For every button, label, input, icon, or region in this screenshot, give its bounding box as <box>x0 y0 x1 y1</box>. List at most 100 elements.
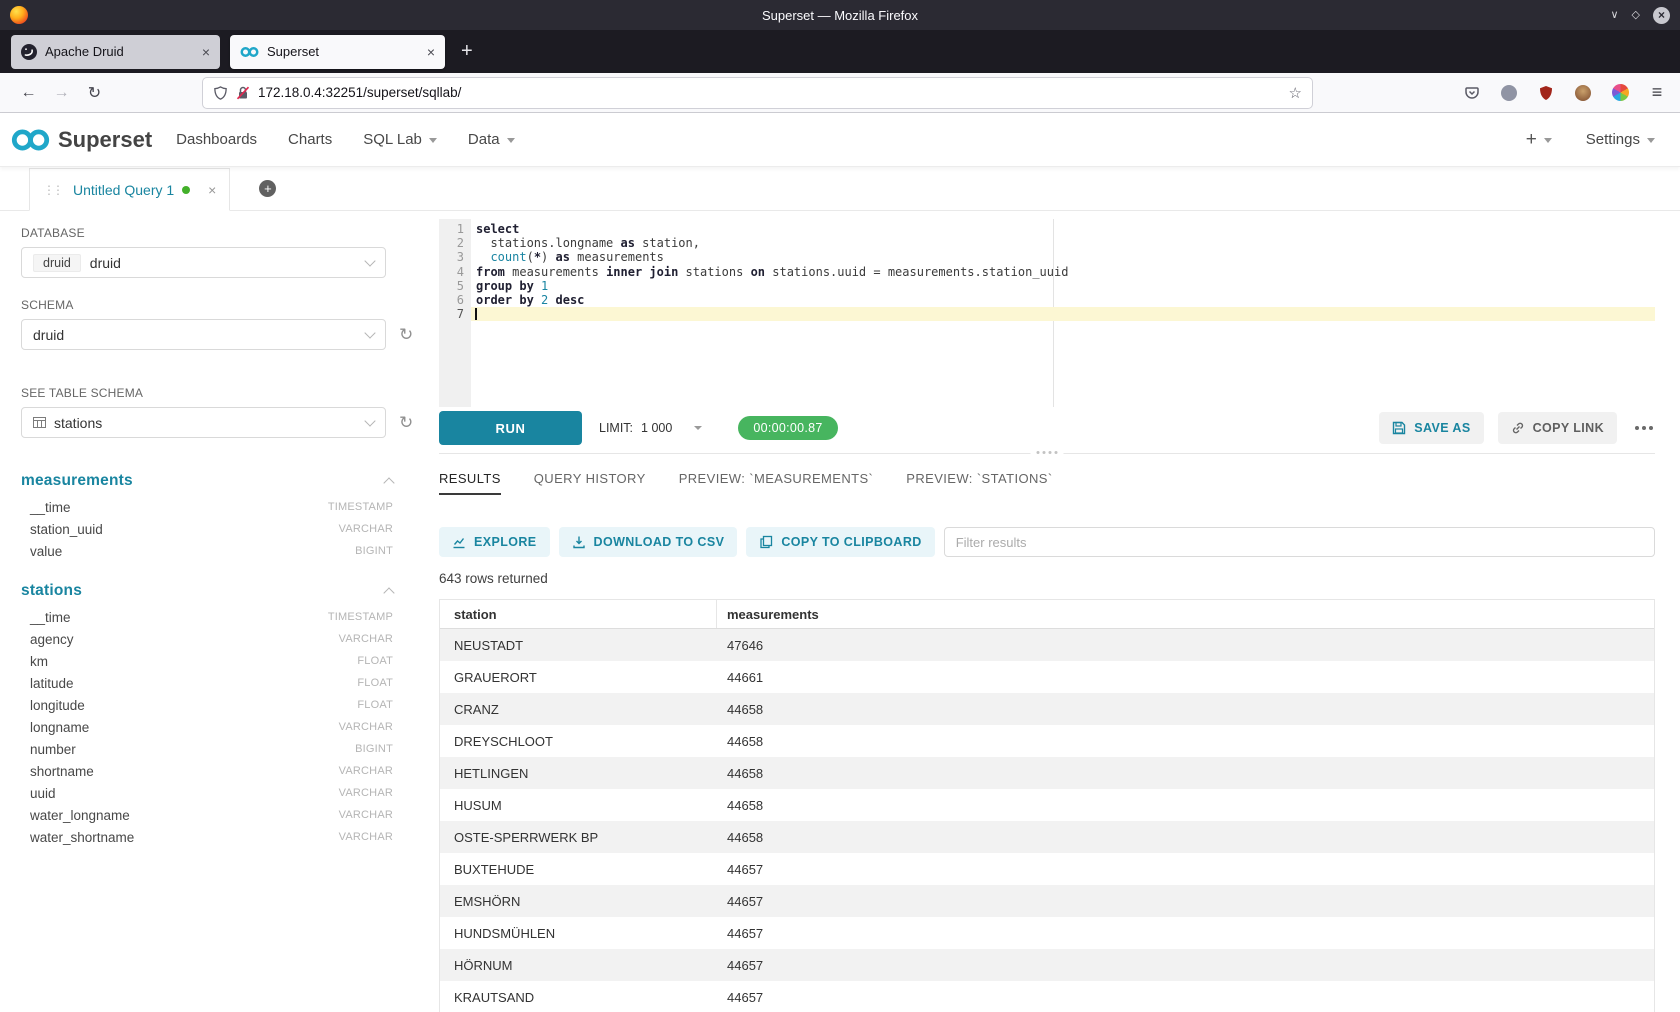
extension-icon[interactable] <box>1611 84 1629 102</box>
column-name: __time <box>30 610 71 625</box>
column-header-measurements[interactable]: measurements <box>717 600 1654 628</box>
settings-menu[interactable]: Settings <box>1586 131 1655 148</box>
app-nav: Dashboards Charts SQL Lab Data <box>176 131 545 148</box>
extension-icon[interactable] <box>1574 84 1592 102</box>
pocket-icon[interactable] <box>1463 84 1481 102</box>
pane-divider <box>439 453 1655 454</box>
column-header-station[interactable]: station <box>440 600 717 628</box>
menu-icon[interactable]: ≡ <box>1648 84 1666 102</box>
column-row: agencyVARCHAR <box>21 628 393 650</box>
code-line[interactable]: stations.longname as station, <box>471 236 1655 250</box>
table-row: HUNDSMÜHLEN44657 <box>440 917 1654 949</box>
schema-select[interactable]: druid <box>21 319 386 350</box>
column-name: value <box>30 544 62 559</box>
window-minimize-icon[interactable]: ∨ <box>1610 10 1618 21</box>
more-options-button[interactable] <box>1633 421 1655 435</box>
forward-button[interactable]: → <box>45 84 78 102</box>
nav-data[interactable]: Data <box>468 131 515 148</box>
cell-measurements: 44658 <box>717 734 1654 749</box>
tab-preview-measurements[interactable]: PREVIEW: `MEASUREMENTS` <box>679 471 874 495</box>
adblock-extension-icon[interactable] <box>1537 84 1555 102</box>
column-name: __time <box>30 500 71 515</box>
table-select[interactable]: stations <box>21 407 386 438</box>
tab-close-icon[interactable]: × <box>427 44 435 60</box>
tab-close-icon[interactable]: × <box>202 44 210 60</box>
tab-preview-stations[interactable]: PREVIEW: `STATIONS` <box>906 471 1052 495</box>
column-type: BIGINT <box>355 545 393 557</box>
extension-icon[interactable] <box>1500 84 1518 102</box>
filter-results-input[interactable] <box>944 527 1655 557</box>
brand-name: Superset <box>58 127 152 153</box>
browser-tab-superset[interactable]: Superset × <box>230 35 445 69</box>
column-row: kmFLOAT <box>21 650 393 672</box>
download-csv-button[interactable]: DOWNLOAD TO CSV <box>559 527 738 557</box>
cell-station: EMSHÖRN <box>440 894 717 909</box>
new-tab-button[interactable]: + <box>461 40 473 63</box>
chevron-up-icon[interactable] <box>383 587 394 598</box>
database-select[interactable]: druid druid <box>21 247 386 278</box>
back-button[interactable]: ← <box>12 84 45 102</box>
nav-sql-lab[interactable]: SQL Lab <box>363 131 437 148</box>
window-close-icon[interactable]: × <box>1653 7 1670 24</box>
editor-code[interactable]: select stations.longname as station, cou… <box>471 219 1655 407</box>
column-row: station_uuidVARCHAR <box>21 518 393 540</box>
table-name: stations <box>21 582 82 600</box>
druid-favicon-icon <box>21 44 37 60</box>
superset-logo[interactable]: Superset <box>10 127 152 153</box>
new-item-button[interactable]: + <box>1526 129 1552 151</box>
explore-button[interactable]: EXPLORE <box>439 527 550 557</box>
table-value: stations <box>54 415 102 431</box>
tracking-shield-icon[interactable] <box>213 85 228 101</box>
run-button[interactable]: RUN <box>439 411 582 445</box>
save-as-button[interactable]: SAVE AS <box>1379 412 1483 444</box>
tab-query-history[interactable]: QUERY HISTORY <box>534 471 646 495</box>
code-line[interactable] <box>471 307 1655 321</box>
cell-measurements: 44658 <box>717 766 1654 781</box>
column-type: VARCHAR <box>339 721 393 733</box>
chevron-up-icon[interactable] <box>383 477 394 488</box>
copy-link-button[interactable]: COPY LINK <box>1498 412 1617 444</box>
drag-handle-icon[interactable]: ⋮⋮ <box>43 183 61 197</box>
code-line[interactable]: select <box>471 222 1655 236</box>
resize-handle[interactable] <box>1031 451 1064 454</box>
sql-editor[interactable]: 1234567 select stations.longname as stat… <box>439 219 1655 407</box>
cell-station: HÖRNUM <box>440 958 717 973</box>
url-text[interactable]: 172.18.0.4:32251/superset/sqllab/ <box>258 85 1281 100</box>
column-type: VARCHAR <box>339 831 393 843</box>
tab-results[interactable]: RESULTS <box>439 471 501 495</box>
cell-measurements: 44661 <box>717 670 1654 685</box>
query-tab-untitled-query-1[interactable]: ⋮⋮ Untitled Query 1 × <box>29 168 230 211</box>
nav-charts[interactable]: Charts <box>288 131 332 148</box>
code-line[interactable]: count(*) as measurements <box>471 250 1655 264</box>
add-query-tab-button[interactable]: + <box>259 180 276 197</box>
column-name: longname <box>30 720 89 735</box>
gutter-line-number: 4 <box>439 265 464 279</box>
refresh-schema-icon[interactable]: ↻ <box>399 325 413 345</box>
copy-to-clipboard-button[interactable]: COPY TO CLIPBOARD <box>746 527 934 557</box>
reload-button[interactable]: ↻ <box>78 83 111 103</box>
cell-station: GRAUERORT <box>440 670 717 685</box>
table-row: HUSUM44658 <box>440 789 1654 821</box>
gutter-line-number: 7 <box>439 307 464 321</box>
cell-station: KRAUTSAND <box>440 990 717 1005</box>
insecure-lock-icon[interactable] <box>236 85 250 101</box>
table-item-stations[interactable]: stations <box>21 582 393 600</box>
code-line[interactable]: from measurements inner join stations on… <box>471 265 1655 279</box>
column-row: value BIGINT <box>21 540 393 562</box>
browser-tab-apache-druid[interactable]: Apache Druid × <box>11 35 220 69</box>
limit-dropdown[interactable]: LIMIT: 1 000 <box>599 421 702 435</box>
window-maximize-icon[interactable]: ◇ <box>1632 10 1640 21</box>
refresh-table-icon[interactable]: ↻ <box>399 413 413 433</box>
cell-measurements: 44657 <box>717 894 1654 909</box>
cell-station: HUSUM <box>440 798 717 813</box>
close-query-tab-icon[interactable]: × <box>208 182 216 198</box>
bookmark-star-icon[interactable]: ☆ <box>1289 84 1302 102</box>
url-bar[interactable]: 172.18.0.4:32251/superset/sqllab/ ☆ <box>203 78 1312 108</box>
code-line[interactable]: group by 1 <box>471 279 1655 293</box>
code-line[interactable]: order by 2 desc <box>471 293 1655 307</box>
table-item-measurements[interactable]: measurements <box>21 472 393 490</box>
caret-down-icon <box>507 138 515 143</box>
column-name: shortname <box>30 764 94 779</box>
table-row: BUXTEHUDE44657 <box>440 853 1654 885</box>
nav-dashboards[interactable]: Dashboards <box>176 131 257 148</box>
